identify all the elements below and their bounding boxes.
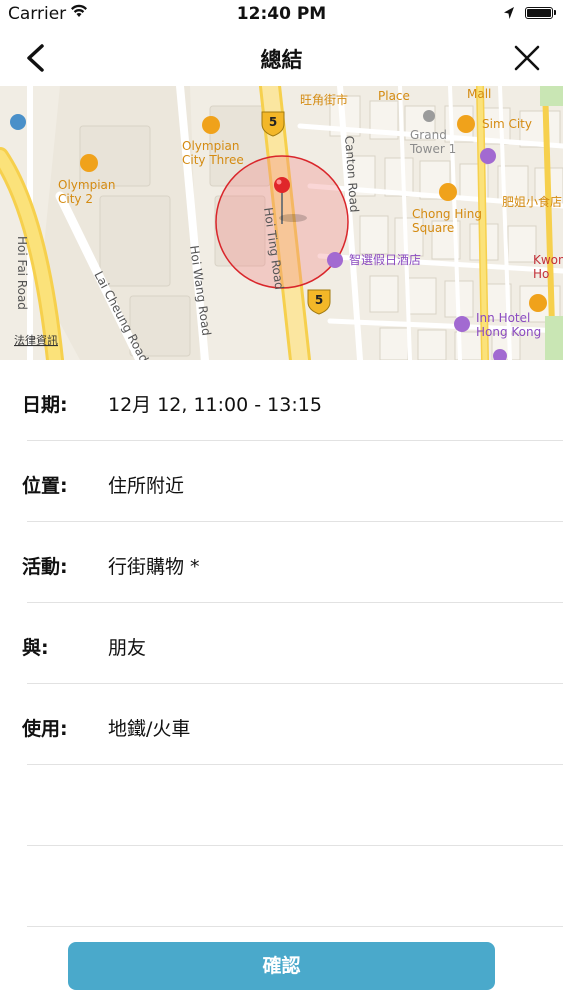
row-divider [27,926,563,927]
detail-row-location: 位置: 住所附近 [0,441,563,522]
companion-label: 與: [22,637,49,659]
detail-row-activity: 活動: 行街購物 * [0,522,563,603]
svg-text:Sim City: Sim City [482,117,532,131]
location-arrow-icon [503,5,515,25]
clock: 12:40 PM [236,4,327,24]
svg-text:旺角街市: 旺角街市 [300,92,348,107]
close-button[interactable] [509,40,545,76]
companion-value: 朋友 [108,637,147,659]
svg-text:Place: Place [378,89,410,103]
transport-value: 地鐵/火車 [108,718,191,740]
date-value: 12月 12, 11:00 - 13:15 [108,394,322,416]
summary-details: 日期: 12月 12, 11:00 - 13:15 位置: 住所附近 活動: 行… [0,360,563,927]
navigation-bar: 總結 [0,30,563,86]
battery-icon [525,7,556,19]
detail-row-empty [0,846,563,927]
detail-row-date: 日期: 12月 12, 11:00 - 13:15 [0,360,563,441]
svg-text:OlympianCity Three: Olympian City Three [182,139,244,167]
svg-text:智選假日酒店: 智選假日酒店 [349,252,421,267]
page-title: 總結 [260,48,303,72]
date-label: 日期: [22,394,68,416]
status-bar: Carrier 12:40 PM [0,0,563,30]
detail-row-companion: 與: 朋友 [0,603,563,684]
activity-label: 活動: [22,556,68,578]
location-map[interactable]: 5 5 旺角街市 Place Mall Grand Tower 1 Sim Ci… [0,86,563,360]
legal-link: 法律資訊 [14,333,58,347]
svg-text:5: 5 [315,293,323,307]
svg-text:5: 5 [269,115,277,129]
confirm-button[interactable]: 確認 [68,942,495,990]
activity-value: 行街購物 * [108,556,200,578]
location-value: 住所附近 [108,475,185,497]
close-icon [514,45,540,71]
transport-label: 使用: [22,718,68,740]
svg-text:Hoi Fai Road: Hoi Fai Road [15,236,29,310]
location-label: 位置: [22,475,68,497]
detail-row-transport: 使用: 地鐵/火車 [0,684,563,765]
svg-text:肥姐小食店: 肥姐小食店 [502,194,562,209]
svg-text:Mall: Mall [467,87,491,101]
detail-row-empty [0,765,563,846]
